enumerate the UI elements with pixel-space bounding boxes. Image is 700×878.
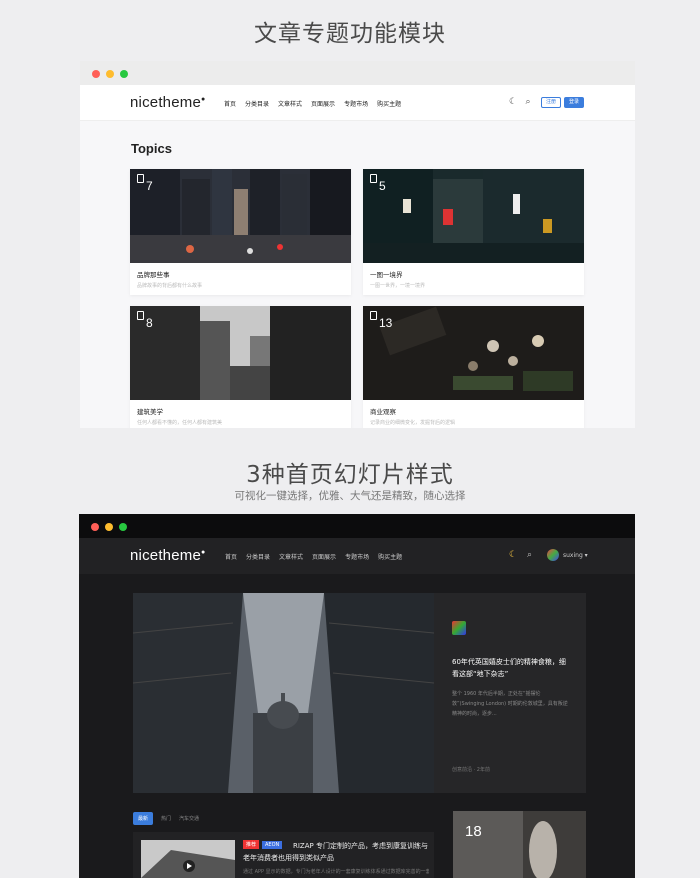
user-menu[interactable]: suxing ▾ <box>563 552 588 559</box>
maximize-dot[interactable] <box>120 70 128 78</box>
list-item[interactable]: 推荐 AEON RIZAP 专门定制的产品，考虑到康复训练与老年消费者也用得到类… <box>133 832 434 878</box>
menu-item-categories[interactable]: 分类目录 <box>245 99 269 108</box>
menu-item-buy-theme[interactable]: 购买主题 <box>378 552 402 561</box>
topic-count: 13 <box>379 316 393 330</box>
maximize-dot[interactable] <box>119 523 127 531</box>
avatar[interactable] <box>547 549 559 561</box>
tab-hot[interactable]: 热门 <box>161 815 171 822</box>
hero-info-panel: 60年代英国嬉皮士们的精神食粮，细看这部“地下杂志” 整个 1960 年代后半期… <box>434 593 586 793</box>
author-avatar <box>452 621 466 635</box>
site-logo[interactable]: nicetheme● <box>130 547 205 564</box>
topics-heading: Topics <box>131 141 172 156</box>
menu-item-buy-theme[interactable]: 购买主题 <box>377 99 401 108</box>
site-header: nicetheme● 首页 分类目录 文章样式 页面展示 专题市场 购买主题 ☾… <box>80 85 635 121</box>
menu-item-topic-market[interactable]: 专题市场 <box>344 99 368 108</box>
topic-image: 8 <box>130 306 351 400</box>
moon-icon[interactable]: ☾ <box>508 97 518 107</box>
menu-item-article-styles[interactable]: 文章样式 <box>278 99 302 108</box>
topic-title[interactable]: 一图一境界 <box>370 269 403 279</box>
menu-item-categories[interactable]: 分类目录 <box>246 552 270 561</box>
menu-item-pages[interactable]: 页面展示 <box>311 99 335 108</box>
topic-card[interactable]: 13 商业观察 记录商业的细微变化，发掘背后的逻辑 <box>363 306 584 428</box>
topic-count: 5 <box>379 179 386 193</box>
post-tabs: 最新 热门 汽车交通 <box>133 812 199 825</box>
hero-meta: 创意前沿 · 2年前 <box>452 767 490 773</box>
hero-title[interactable]: 60年代英国嬉皮士们的精神食粮，细看这部“地下杂志” <box>452 656 572 680</box>
topic-description: 记录商业的细微变化，发掘背后的逻辑 <box>370 420 456 426</box>
minimize-dot[interactable] <box>106 70 114 78</box>
post-excerpt: 通过 APP 显示的数据，专门为老年人设计的一套康复训练体系通过数据库完善的一套… <box>243 869 429 875</box>
hero-slide-image[interactable] <box>133 593 434 793</box>
side-card-count: 18 <box>465 823 482 840</box>
topic-image: 7 <box>130 169 351 263</box>
document-icon <box>137 311 144 320</box>
window-chrome <box>80 61 635 85</box>
menu-item-article-styles[interactable]: 文章样式 <box>279 552 303 561</box>
section-subtitle: 可视化一键选择，优雅、大气还是精致，随心选择 <box>234 490 466 502</box>
tab-auto[interactable]: 汽车交通 <box>179 815 199 822</box>
topic-image: 5 <box>363 169 584 263</box>
site-header: nicetheme● 首页 分类目录 文章样式 页面展示 专题市场 购买主题 ☾… <box>79 538 635 574</box>
document-icon <box>137 174 144 183</box>
document-icon <box>370 174 377 183</box>
window-chrome <box>79 514 635 538</box>
topic-count: 8 <box>146 316 153 330</box>
minimize-dot[interactable] <box>105 523 113 531</box>
topic-title[interactable]: 商业观察 <box>370 406 396 416</box>
search-icon[interactable]: ⌕ <box>527 550 532 560</box>
menu-item-pages[interactable]: 页面展示 <box>312 552 336 561</box>
menu-item-home[interactable]: 首页 <box>225 552 237 561</box>
section-title-topics: 文章专题功能模块 <box>254 21 446 47</box>
topic-description: 品牌故事的背后都有什么故事 <box>137 283 203 289</box>
main-menu: 首页 分类目录 文章样式 页面展示 专题市场 购买主题 <box>224 99 401 108</box>
menu-item-topic-market[interactable]: 专题市场 <box>345 552 369 561</box>
topic-card[interactable]: 5 一图一境界 一图一世界，一境一境界 <box>363 169 584 295</box>
topic-title[interactable]: 品牌那些事 <box>137 269 170 279</box>
topic-card[interactable]: 8 建筑美学 任何人都看不懂的，任何人都有建筑美 <box>130 306 351 428</box>
topic-count: 7 <box>146 179 153 193</box>
menu-item-home[interactable]: 首页 <box>224 99 236 108</box>
side-card[interactable]: 18 <box>453 811 586 878</box>
search-icon[interactable]: ⌕ <box>523 97 533 107</box>
login-button[interactable]: 登录 <box>564 97 584 108</box>
post-title[interactable]: RIZAP 专门定制的产品，考虑到康复训练与老年消费者也用得到类似产品 <box>243 840 429 864</box>
moon-icon[interactable]: ☾ <box>509 550 517 560</box>
close-dot[interactable] <box>92 70 100 78</box>
topic-title[interactable]: 建筑美学 <box>137 406 163 416</box>
main-menu: 首页 分类目录 文章样式 页面展示 专题市场 购买主题 <box>225 552 402 561</box>
topic-description: 任何人都看不懂的，任何人都有建筑美 <box>137 420 223 426</box>
tab-latest[interactable]: 最新 <box>133 812 154 825</box>
document-icon <box>370 311 377 320</box>
topic-image: 13 <box>363 306 584 400</box>
site-logo[interactable]: nicetheme● <box>130 94 205 111</box>
close-dot[interactable] <box>91 523 99 531</box>
topic-description: 一图一世界，一境一境界 <box>370 283 426 289</box>
post-thumbnail[interactable] <box>141 840 235 878</box>
slider-window: nicetheme● 首页 分类目录 文章样式 页面展示 专题市场 购买主题 ☾… <box>79 514 635 878</box>
topic-card[interactable]: 7 品牌那些事 品牌故事的背后都有什么故事 <box>130 169 351 295</box>
section-title-slider: 3种首页幻灯片样式 <box>246 462 454 488</box>
register-button[interactable]: 注册 <box>541 97 561 108</box>
hero-excerpt: 整个 1960 年代后半期，正处在“摇摆伦敦”(Swinging London)… <box>452 691 568 717</box>
topics-window: nicetheme● 首页 分类目录 文章样式 页面展示 专题市场 购买主题 ☾… <box>80 61 635 428</box>
